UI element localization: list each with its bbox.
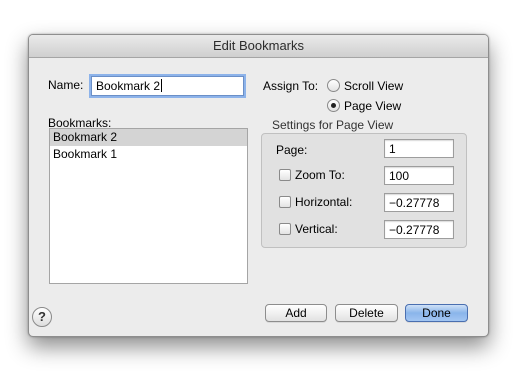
vertical-checkbox[interactable] — [279, 223, 291, 235]
horizontal-input[interactable]: −0.27778 — [384, 193, 454, 212]
vertical-label[interactable]: Vertical: — [295, 222, 338, 236]
assign-to-label: Assign To: — [263, 79, 319, 93]
name-input-value: Bookmark 2 — [96, 79, 161, 93]
horizontal-label[interactable]: Horizontal: — [295, 195, 352, 209]
page-view-radio[interactable] — [327, 99, 340, 112]
vertical-input[interactable]: −0.27778 — [384, 220, 454, 239]
zoom-checkbox[interactable] — [279, 169, 291, 181]
page-label: Page: — [276, 143, 308, 157]
bookmarks-list[interactable]: Bookmark 2 Bookmark 1 — [49, 128, 248, 284]
scroll-view-label[interactable]: Scroll View — [344, 79, 403, 93]
help-icon[interactable]: ? — [32, 307, 52, 327]
page-input[interactable]: 1 — [384, 139, 454, 158]
page-view-label[interactable]: Page View — [344, 99, 401, 113]
zoom-input[interactable]: 100 — [384, 166, 454, 185]
text-caret — [161, 79, 163, 92]
add-button[interactable]: Add — [265, 304, 327, 322]
scroll-view-radio[interactable] — [327, 79, 340, 92]
list-item[interactable]: Bookmark 2 — [50, 129, 247, 146]
name-label: Name: — [48, 78, 84, 92]
window-title: Edit Bookmarks — [29, 35, 488, 58]
settings-group-title: Settings for Page View — [272, 118, 394, 132]
name-input[interactable]: Bookmark 2 — [91, 76, 244, 96]
done-button[interactable]: Done — [405, 304, 468, 322]
edit-bookmarks-dialog: Edit Bookmarks Name: Bookmark 2 Assign T… — [28, 34, 489, 337]
zoom-label[interactable]: Zoom To: — [295, 168, 345, 182]
delete-button[interactable]: Delete — [335, 304, 398, 322]
horizontal-checkbox[interactable] — [279, 196, 291, 208]
list-item[interactable]: Bookmark 1 — [50, 146, 247, 163]
